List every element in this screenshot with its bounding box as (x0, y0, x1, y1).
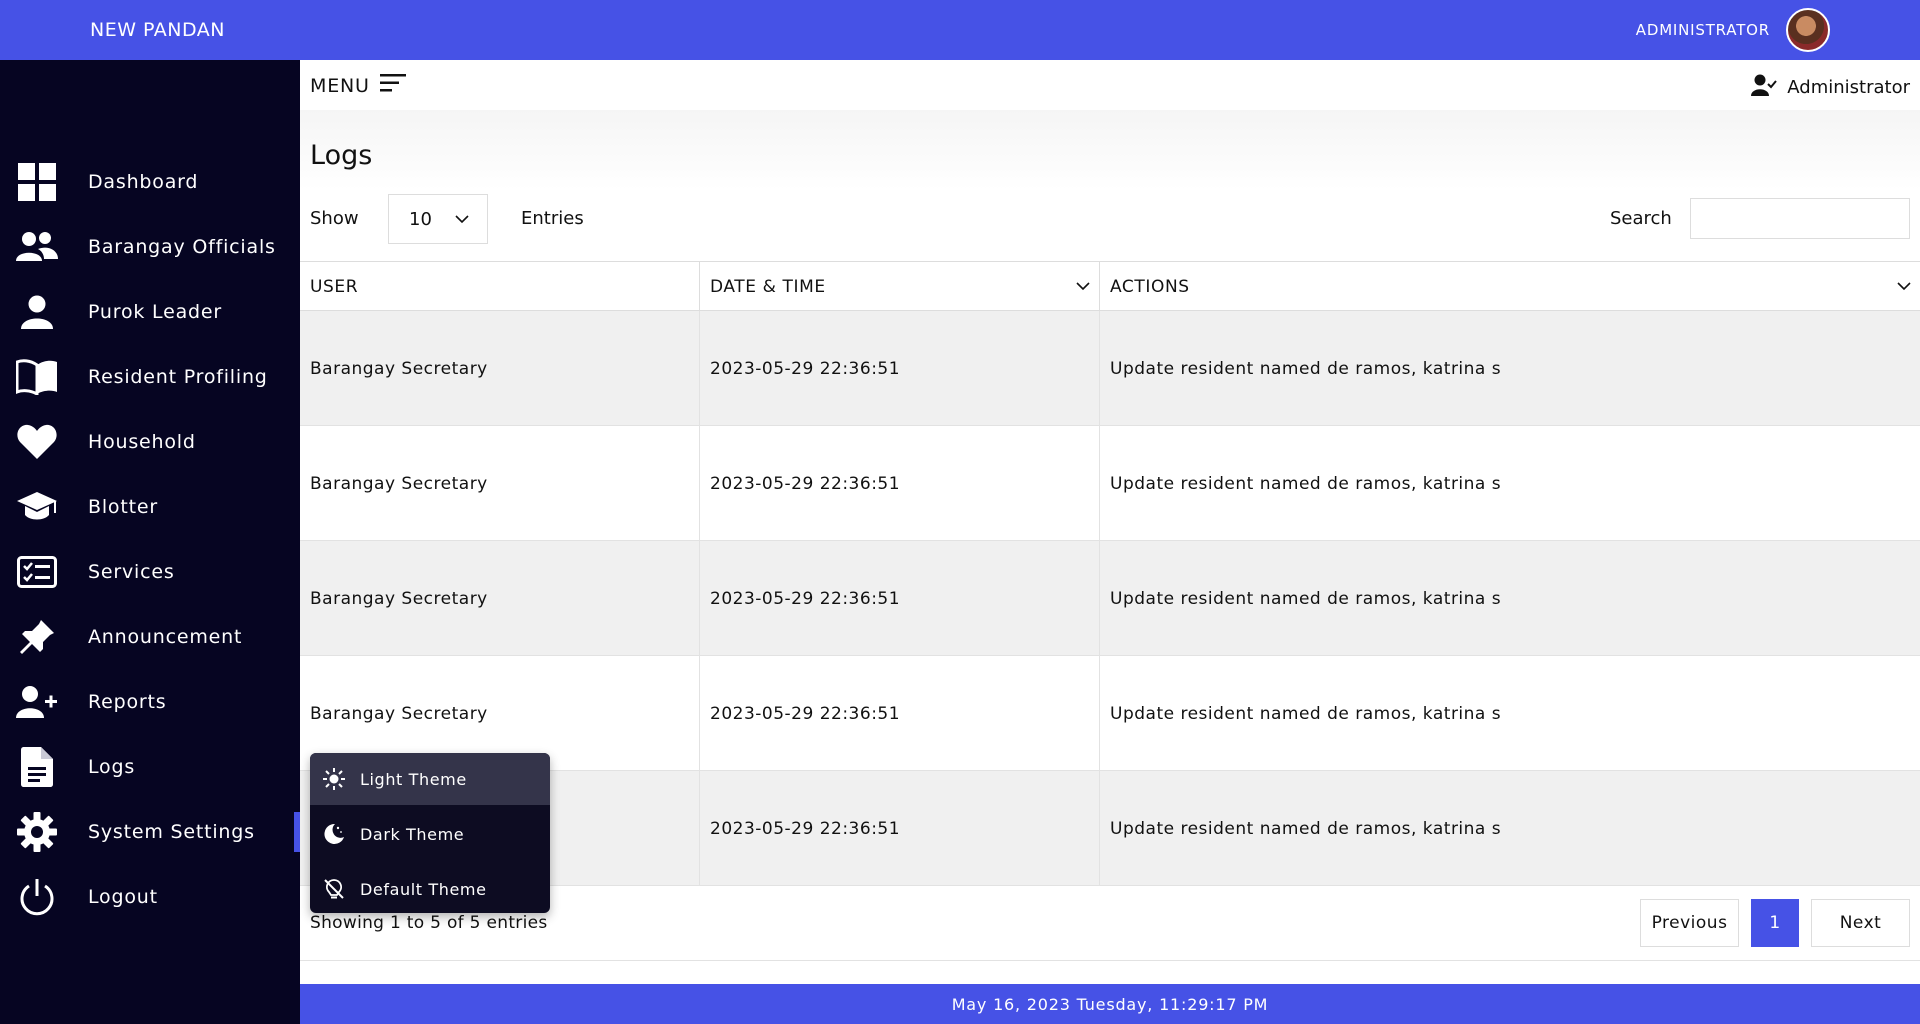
cell-action: Update resident named de ramos, katrina … (1110, 818, 1502, 839)
sort-chevron-icon (1075, 277, 1091, 302)
current-datetime: May 16, 2023 Tuesday, 11:29:17 PM (951, 994, 1269, 1014)
sidebar-item-household[interactable]: Household (0, 414, 300, 470)
users-group-icon (16, 226, 58, 268)
sidebar-item-label: Announcement (88, 626, 243, 648)
sidebar-item-dashboard[interactable]: Dashboard (0, 154, 300, 210)
column-header-date-time[interactable]: DATE & TIME (700, 262, 1100, 312)
book-icon (16, 356, 58, 398)
content-header-fade (300, 110, 1920, 190)
sidebar-item-purok-leader[interactable]: Purok Leader (0, 284, 300, 340)
theme-option-light[interactable]: Light Theme (310, 753, 550, 805)
graduation-cap-icon (16, 486, 58, 528)
theme-option-label: Default Theme (360, 879, 487, 899)
cell-date-time: 2023-05-29 22:36:51 (700, 541, 1100, 656)
user-check-icon (1751, 74, 1778, 101)
column-header-actions[interactable]: ACTIONS (1100, 262, 1920, 312)
table-row[interactable]: Barangay Secretary 2023-05-29 22:36:51 U… (300, 311, 1920, 426)
sidebar-item-barangay-officials[interactable]: Barangay Officials (0, 219, 300, 275)
sidebar-item-blotter[interactable]: Blotter (0, 479, 300, 535)
page-1-button[interactable]: 1 (1751, 899, 1799, 947)
sidebar-item-reports[interactable]: Reports (0, 674, 300, 730)
table-row[interactable]: Barangay Secretary 2023-05-29 22:36:51 U… (300, 541, 1920, 656)
theme-option-label: Light Theme (360, 769, 467, 789)
menu-label: MENU (310, 74, 370, 97)
cell-date-time: 2023-05-29 22:36:51 (700, 771, 1100, 886)
sidebar-item-label: Services (88, 561, 175, 583)
sidebar-item-resident-profiling[interactable]: Resident Profiling (0, 349, 300, 405)
next-page-button[interactable]: Next (1811, 899, 1910, 947)
top-bar: NEW PANDAN ADMINISTRATOR (0, 0, 1920, 60)
cell-user: Barangay Secretary (300, 311, 700, 426)
cell-action: Update resident named de ramos, katrina … (1110, 703, 1502, 724)
cell-user: Barangay Secretary (300, 541, 700, 656)
theme-option-default[interactable]: Default Theme (310, 863, 550, 913)
theme-menu: Light Theme Dark Theme Default Theme (310, 753, 550, 913)
sidebar-item-services[interactable]: Services (0, 544, 300, 600)
sidebar-item-label: Blotter (88, 496, 158, 518)
sidebar-item-announcement[interactable]: Announcement (0, 609, 300, 665)
table-row[interactable]: Barangay Secretary 2023-05-29 22:36:51 U… (300, 426, 1920, 541)
cell-action: Update resident named de ramos, katrina … (1110, 473, 1502, 494)
chevron-down-icon (455, 209, 469, 234)
moon-icon (322, 822, 346, 846)
checklist-icon (16, 551, 58, 593)
column-label: ACTIONS (1110, 277, 1190, 297)
search-label: Search (1610, 208, 1672, 229)
cell-date-time: 2023-05-29 22:36:51 (700, 311, 1100, 426)
sidebar-item-label: Household (88, 431, 196, 453)
current-user[interactable]: Administrator (1751, 74, 1910, 101)
sidebar-item-label: Logs (88, 756, 136, 778)
page-title: Logs (310, 140, 373, 171)
gear-icon (16, 811, 58, 853)
column-label: USER (310, 277, 359, 297)
pin-icon (16, 616, 58, 658)
sidebar-item-label: Logout (88, 886, 158, 908)
sort-lines-icon (379, 74, 406, 97)
theme-option-label: Dark Theme (360, 824, 465, 844)
lightbulb-off-icon (322, 877, 346, 901)
dashboard-grid-icon (16, 161, 58, 203)
menu-toggle-button[interactable]: MENU (310, 74, 406, 97)
column-header-user[interactable]: USER (300, 262, 700, 312)
entries-value: 10 (409, 208, 432, 230)
sidebar-item-logout[interactable]: Logout (0, 869, 300, 925)
heart-icon (16, 421, 58, 463)
sort-chevron-icon (1896, 277, 1912, 302)
avatar[interactable] (1786, 8, 1830, 52)
sun-icon (322, 767, 346, 791)
cell-action: Update resident named de ramos, katrina … (1110, 358, 1502, 379)
entries-label: Entries (521, 208, 584, 229)
current-user-name: Administrator (1787, 77, 1910, 98)
entries-per-page-select[interactable]: 10 (388, 194, 488, 244)
previous-page-button[interactable]: Previous (1640, 899, 1739, 947)
cell-user: Barangay Secretary (300, 426, 700, 541)
brand-name: NEW PANDAN (90, 19, 226, 41)
sidebar-item-label: Dashboard (88, 171, 199, 193)
document-icon (16, 746, 58, 788)
user-role-label: ADMINISTRATOR (1635, 21, 1770, 39)
sidebar: Dashboard Barangay Officials Purok Leade… (0, 60, 300, 1024)
sidebar-item-label: Reports (88, 691, 167, 713)
sidebar-item-label: Resident Profiling (88, 366, 268, 388)
user-plus-icon (16, 681, 58, 723)
user-icon (16, 291, 58, 333)
footer-datetime: May 16, 2023 Tuesday, 11:29:17 PM (300, 984, 1920, 1024)
sidebar-item-label: System Settings (88, 821, 255, 843)
show-label: Show (310, 208, 359, 229)
power-icon (16, 876, 58, 918)
sidebar-item-label: Purok Leader (88, 301, 222, 323)
pagination-summary: Showing 1 to 5 of 5 entries (310, 913, 548, 933)
sidebar-item-logs[interactable]: Logs (0, 739, 300, 795)
cell-date-time: 2023-05-29 22:36:51 (700, 426, 1100, 541)
theme-option-dark[interactable]: Dark Theme (310, 808, 550, 860)
search-input[interactable] (1690, 198, 1910, 239)
sidebar-item-system-settings[interactable]: System Settings (0, 804, 300, 860)
sub-header: MENU Administrator (300, 60, 1920, 110)
column-label: DATE & TIME (710, 277, 826, 297)
cell-action: Update resident named de ramos, katrina … (1110, 588, 1502, 609)
table-header: USER DATE & TIME ACTIONS (300, 261, 1920, 312)
cell-date-time: 2023-05-29 22:36:51 (700, 656, 1100, 771)
divider (300, 960, 1920, 961)
sidebar-item-label: Barangay Officials (88, 236, 276, 258)
